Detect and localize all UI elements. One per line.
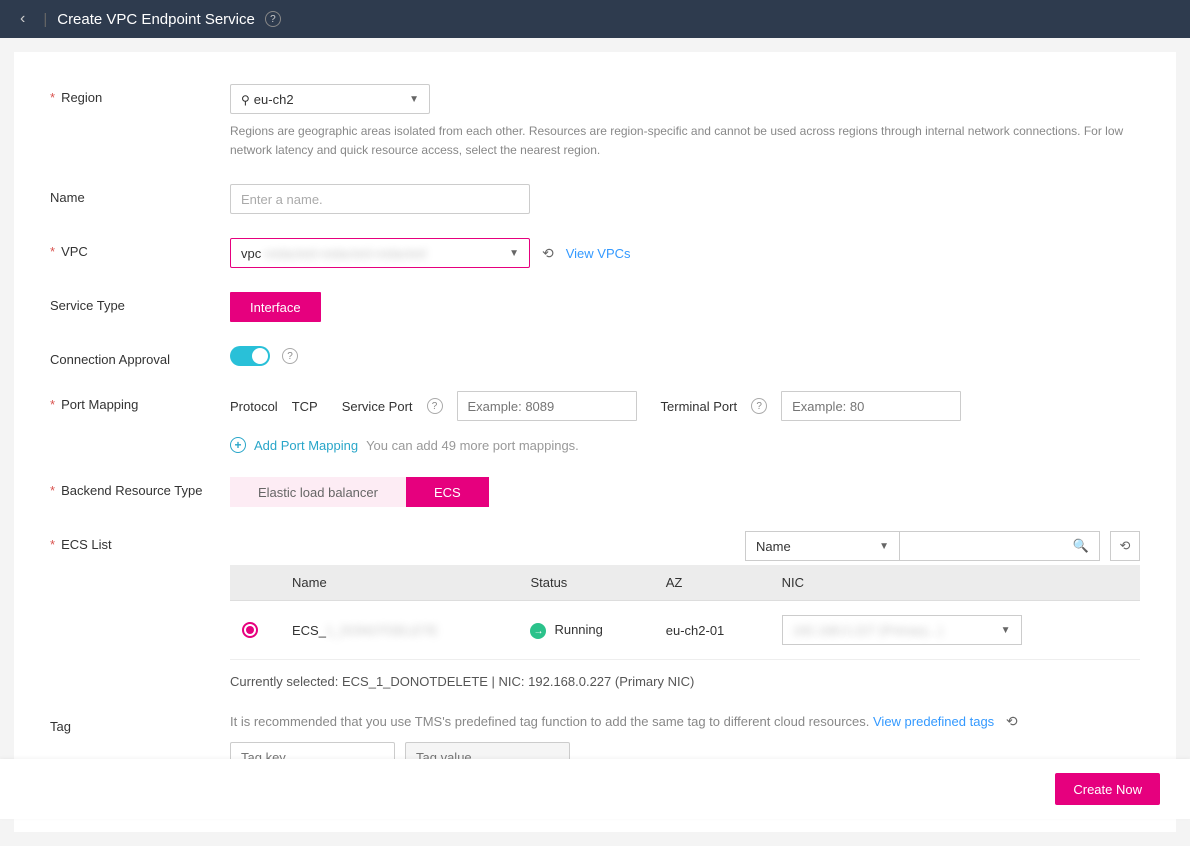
page-title: Create VPC Endpoint Service xyxy=(57,11,255,28)
selected-ecs-info: Currently selected: ECS_1_DONOTDELETE | … xyxy=(230,674,1140,689)
table-row[interactable]: ECS_1_DONOTDELETE → Running eu-ch2-01 192… xyxy=(230,601,1140,660)
view-vpcs-link[interactable]: View VPCs xyxy=(566,246,631,261)
ecs-table: Name Status AZ NIC ECS_1_DONOTDELETE → Ru… xyxy=(230,565,1140,660)
port-mapping-hint: You can add 49 more port mappings. xyxy=(366,438,579,453)
terminal-port-label: Terminal Port xyxy=(661,399,738,414)
chevron-down-icon: ▼ xyxy=(879,541,889,552)
separator: | xyxy=(43,11,47,28)
region-value: eu-ch2 xyxy=(254,92,294,107)
region-hint: Regions are geographic areas isolated fr… xyxy=(230,122,1140,160)
ecs-az: eu-ch2-01 xyxy=(654,601,770,660)
nic-select[interactable]: 192.168.0.227 (Primary...) ▼ xyxy=(782,615,1022,645)
region-select[interactable]: ⚲ eu-ch2 ▼ xyxy=(230,84,430,114)
col-name: Name xyxy=(280,565,518,601)
vpc-label: VPC xyxy=(50,238,230,259)
name-input[interactable] xyxy=(230,184,530,214)
help-icon[interactable]: ? xyxy=(427,398,443,414)
port-mapping-label: Port Mapping xyxy=(50,391,230,412)
ecs-name-redacted: 1_DONOTDELETE xyxy=(326,623,438,638)
name-label: Name xyxy=(50,184,230,205)
ecs-search-input[interactable]: 🔍 xyxy=(900,531,1100,561)
row-radio[interactable] xyxy=(242,622,258,638)
vpc-select[interactable]: vpc-redacted-redacted-redacted ▼ xyxy=(230,238,530,268)
terminal-port-input[interactable] xyxy=(781,391,961,421)
tag-hint: It is recommended that you use TMS's pre… xyxy=(230,714,869,729)
service-type-interface[interactable]: Interface xyxy=(230,292,321,322)
vpc-value: vpc xyxy=(241,246,261,261)
backend-type-label: Backend Resource Type xyxy=(50,477,230,498)
search-icon: 🔍 xyxy=(1073,538,1089,554)
tag-label: Tag xyxy=(50,713,230,734)
backend-elb-option[interactable]: Elastic load balancer xyxy=(230,477,406,507)
col-status: Status xyxy=(518,565,653,601)
ecs-filter-value: Name xyxy=(756,539,791,554)
ecs-filter-select[interactable]: Name ▼ xyxy=(745,531,900,561)
service-port-label: Service Port xyxy=(342,399,413,414)
refresh-vpc-icon[interactable]: ⟲ xyxy=(542,245,554,262)
service-type-label: Service Type xyxy=(50,292,230,313)
service-port-input[interactable] xyxy=(457,391,637,421)
col-nic: NIC xyxy=(770,565,1140,601)
refresh-tags-icon[interactable]: ⟲ xyxy=(1006,713,1018,729)
status-icon: → xyxy=(530,623,546,639)
vpc-redacted: -redacted-redacted-redacted xyxy=(261,246,426,261)
chevron-down-icon: ▼ xyxy=(1001,625,1011,636)
chevron-down-icon: ▼ xyxy=(409,94,419,105)
region-label: Region xyxy=(50,84,230,105)
create-now-button[interactable]: Create Now xyxy=(1055,773,1160,805)
chevron-down-icon: ▼ xyxy=(509,248,519,259)
nic-redacted: 192.168.0.227 (Primary...) xyxy=(793,623,943,638)
protocol-value: TCP xyxy=(292,399,318,414)
location-icon: ⚲ xyxy=(241,93,250,107)
connection-approval-toggle[interactable] xyxy=(230,346,270,366)
ecs-refresh-button[interactable]: ⟲ xyxy=(1110,531,1140,561)
ecs-list-label: ECS List xyxy=(50,531,230,552)
view-tags-link[interactable]: View predefined tags xyxy=(873,714,994,729)
help-icon[interactable]: ? xyxy=(265,11,281,27)
help-icon[interactable]: ? xyxy=(282,348,298,364)
add-port-mapping-link[interactable]: Add Port Mapping xyxy=(254,438,358,453)
plus-icon[interactable]: + xyxy=(230,437,246,453)
protocol-label: Protocol xyxy=(230,399,278,414)
ecs-status: Running xyxy=(554,622,602,637)
ecs-name: ECS_ xyxy=(292,623,326,638)
col-az: AZ xyxy=(654,565,770,601)
backend-ecs-option[interactable]: ECS xyxy=(406,477,489,507)
connection-approval-label: Connection Approval xyxy=(50,346,230,367)
help-icon[interactable]: ? xyxy=(751,398,767,414)
back-icon[interactable]: ‹ xyxy=(20,10,25,28)
